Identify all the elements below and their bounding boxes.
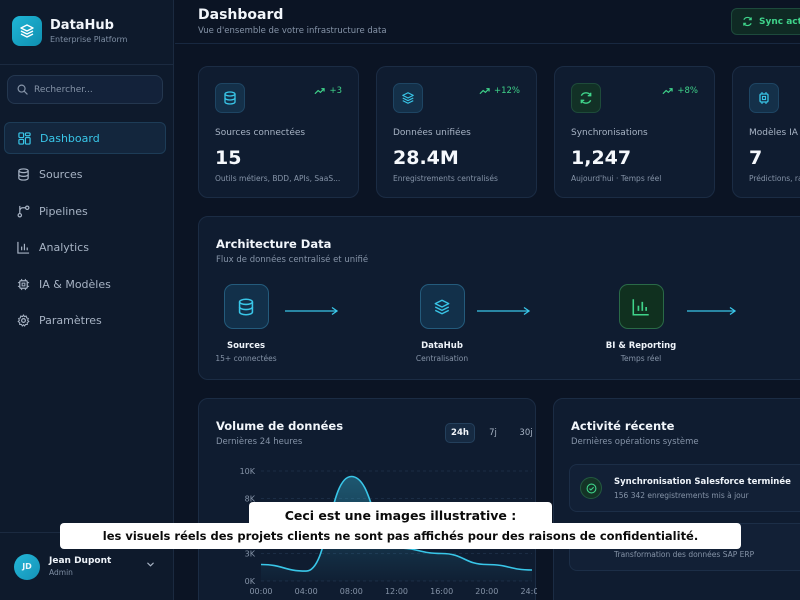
confidentiality-notice: Ceci est une images illustrative : les v… <box>0 0 800 600</box>
notice-line-2: les visuels réels des projets clients ne… <box>60 523 741 549</box>
